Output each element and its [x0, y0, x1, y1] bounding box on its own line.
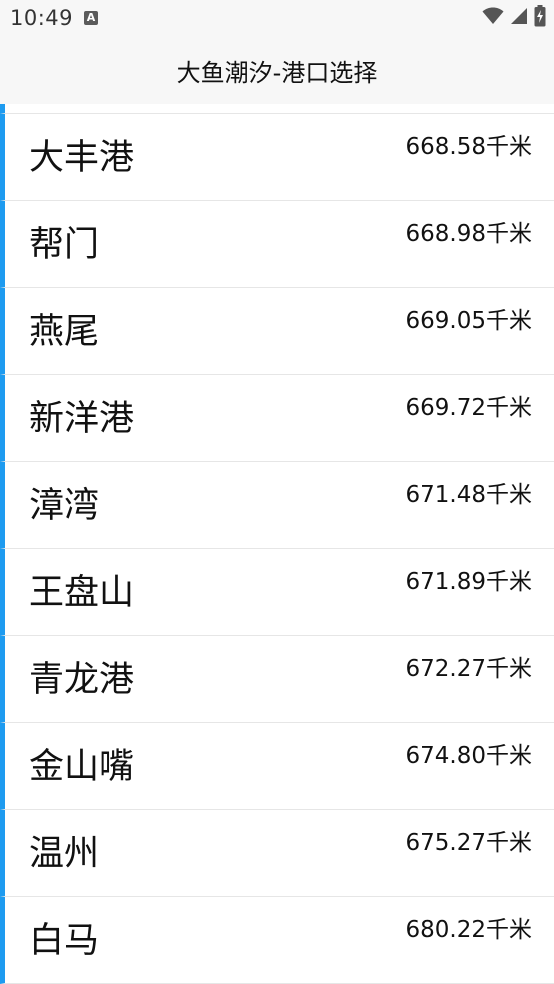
port-name: 青龙港: [29, 660, 135, 700]
port-row-zhangwan[interactable]: 漳湾 671.48千米: [0, 462, 554, 549]
wifi-icon: [482, 7, 504, 29]
port-distance: 671.48千米: [405, 482, 532, 508]
page-title: 大鱼潮汐-港口选择: [176, 58, 378, 87]
battery-charging-icon: [534, 5, 546, 31]
port-row-yanwei[interactable]: 燕尾 669.05千米: [0, 288, 554, 375]
port-row-xinyanggang[interactable]: 新洋港 669.72千米: [0, 375, 554, 462]
port-row-qinglonggang[interactable]: 青龙港 672.27千米: [0, 636, 554, 723]
port-distance: 668.98千米: [405, 221, 532, 247]
signal-icon: [510, 7, 528, 29]
port-distance: 668.58千米: [405, 134, 532, 160]
port-row-baima[interactable]: 白马 680.22千米: [0, 897, 554, 984]
port-row-jinshanzui[interactable]: 金山嘴 674.80千米: [0, 723, 554, 810]
status-icons: [482, 5, 546, 31]
port-distance: 671.89千米: [405, 569, 532, 595]
port-list[interactable]: 大丰港 668.58千米 帮门 668.98千米 燕尾 669.05千米 新洋港…: [0, 104, 554, 984]
port-name: 大丰港: [29, 138, 135, 178]
port-distance: 669.05千米: [405, 308, 532, 334]
port-distance: 674.80千米: [405, 743, 532, 769]
port-name: 漳湾: [29, 486, 100, 526]
port-name: 新洋港: [29, 399, 135, 439]
status-time: 10:49: [10, 6, 74, 30]
port-row-wangpanshan[interactable]: 王盘山 671.89千米: [0, 549, 554, 636]
port-row-dafenggang[interactable]: 大丰港 668.58千米: [0, 114, 554, 201]
port-row-bangmen[interactable]: 帮门 668.98千米: [0, 201, 554, 288]
status-bar: 10:49 A: [0, 0, 554, 36]
port-distance: 675.27千米: [405, 830, 532, 856]
port-distance: 672.27千米: [405, 656, 532, 682]
port-name: 金山嘴: [29, 747, 135, 787]
app-bar: 大鱼潮汐-港口选择: [0, 36, 554, 104]
list-top-edge: [0, 104, 554, 114]
port-name: 白马: [29, 921, 100, 961]
port-distance: 680.22千米: [405, 917, 532, 943]
port-name: 王盘山: [29, 573, 135, 613]
port-row-wenzhou[interactable]: 温州 675.27千米: [0, 810, 554, 897]
port-name: 帮门: [29, 225, 100, 265]
port-name: 温州: [29, 834, 100, 874]
port-distance: 669.72千米: [405, 395, 532, 421]
port-name: 燕尾: [29, 312, 100, 352]
a-icon: A: [84, 11, 98, 25]
